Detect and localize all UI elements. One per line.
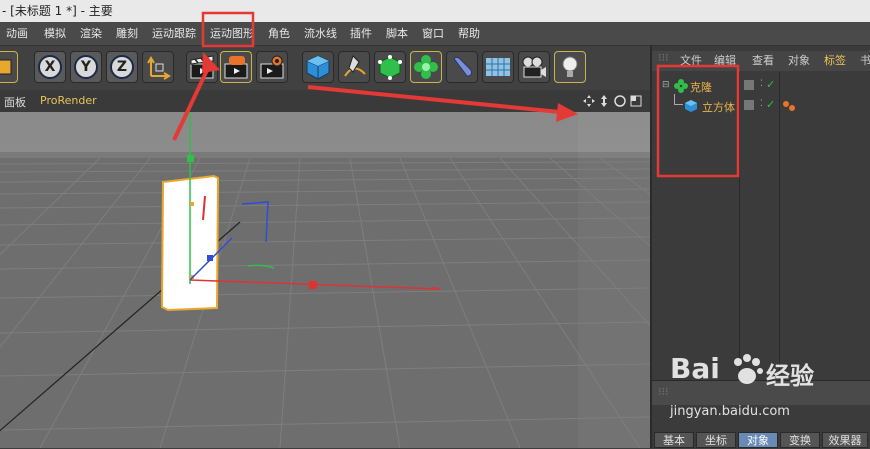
watermark-url: jingyan.baidu.com bbox=[670, 404, 790, 419]
highlight-box-object-list bbox=[656, 64, 740, 178]
watermark-brand: Bai bbox=[670, 352, 720, 385]
arrow-to-object-manager bbox=[307, 85, 561, 114]
highlight-box-mograph bbox=[201, 11, 255, 48]
paw-logo-icon bbox=[734, 354, 763, 384]
watermark-brand2: 经验 bbox=[766, 362, 814, 390]
arrow-to-mograph bbox=[172, 63, 212, 141]
baidu-watermark: Bai 经验 jingyan.baidu.com bbox=[670, 352, 870, 422]
